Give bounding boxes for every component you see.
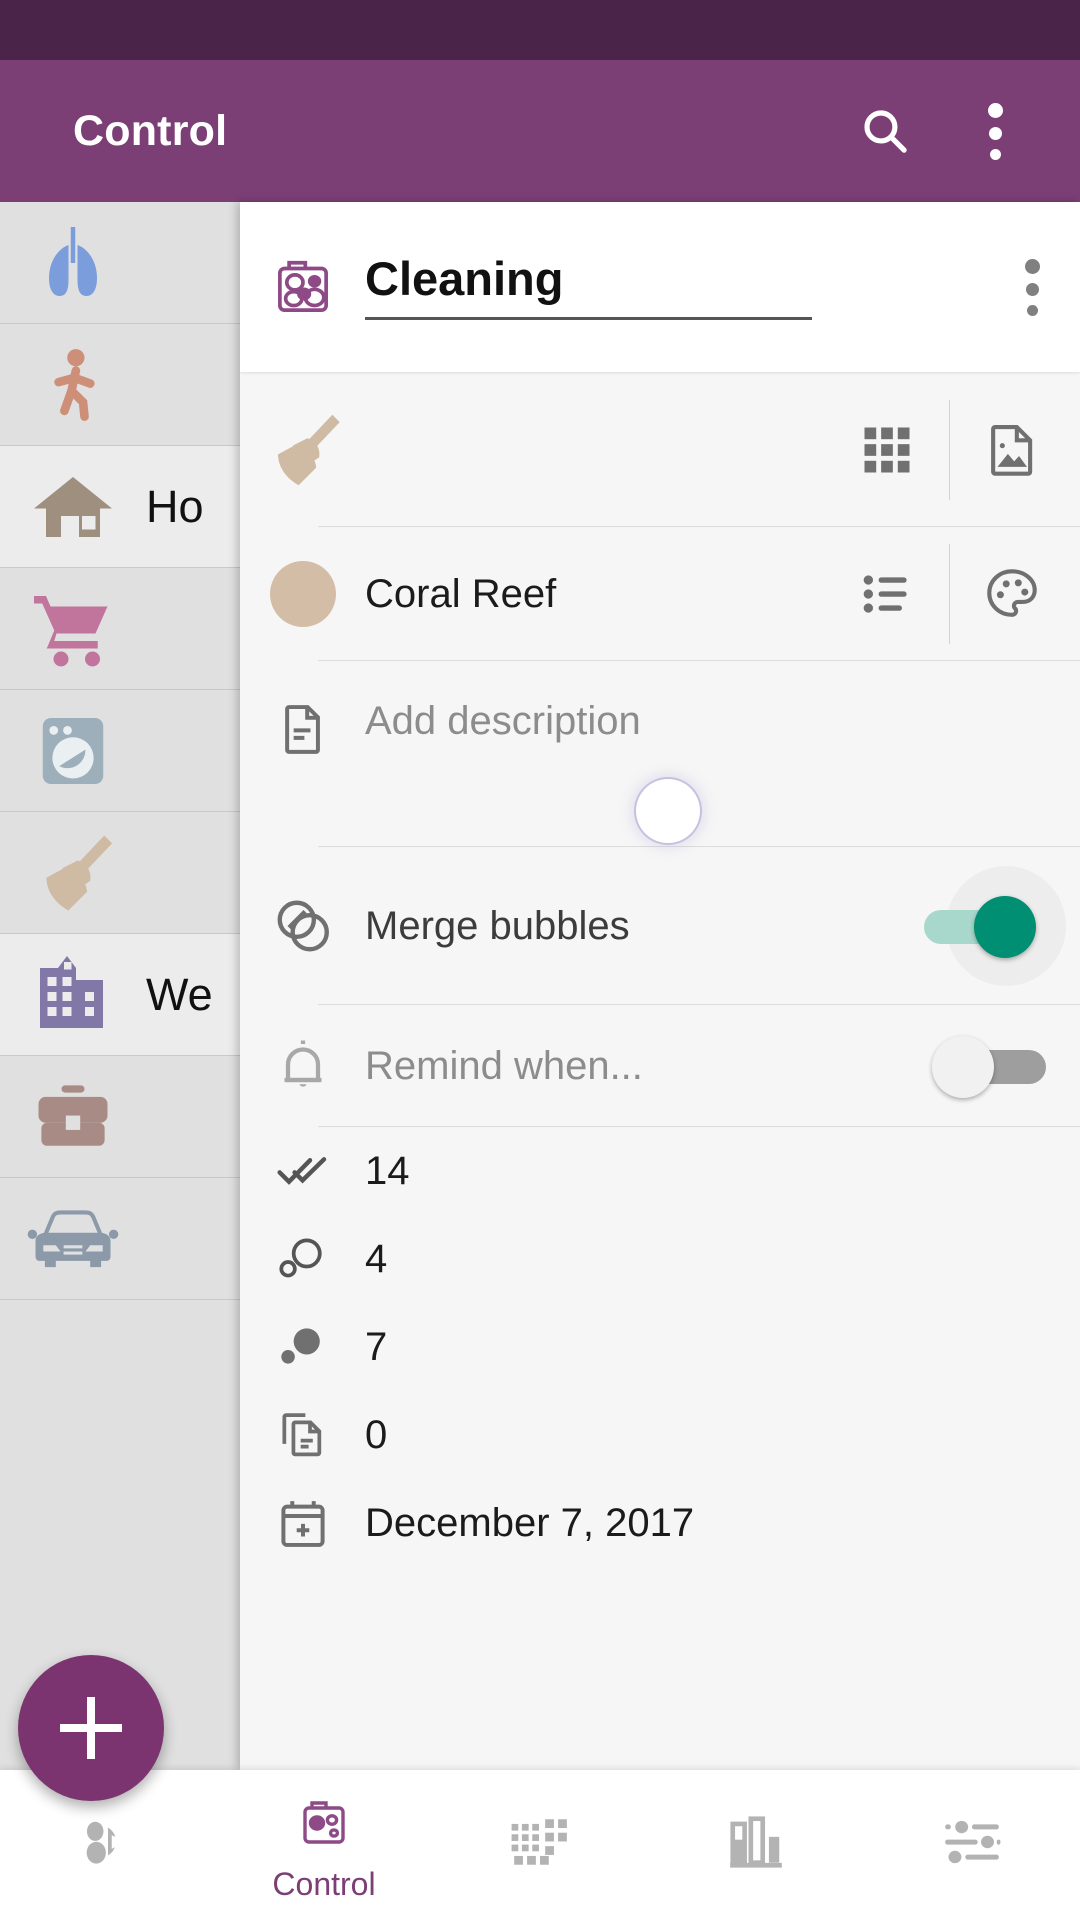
list-item[interactable] <box>0 202 245 324</box>
color-swatch[interactable] <box>240 561 365 627</box>
search-icon <box>864 110 907 153</box>
bottom-navigation: Control <box>0 1770 1080 1920</box>
dialog-header: Cleaning <box>240 202 1080 372</box>
plus-icon <box>60 1724 122 1732</box>
status-bar <box>0 0 1080 60</box>
bubbles-filled-icon <box>240 1319 365 1375</box>
color-list-button[interactable] <box>837 544 937 644</box>
bubble-title-input[interactable]: Cleaning <box>365 254 955 317</box>
palette-button[interactable] <box>962 544 1062 644</box>
stat-row: 7 <box>240 1303 1080 1391</box>
icon-picker-actions <box>837 372 1062 527</box>
list-item-label: Ho <box>146 480 204 532</box>
house-icon <box>0 446 146 568</box>
description-placeholder[interactable]: Add description <box>365 699 1080 744</box>
action-divider <box>949 544 950 644</box>
list-item[interactable] <box>0 1056 245 1178</box>
list-item[interactable] <box>0 568 245 690</box>
overflow-menu-icon <box>1025 258 1040 316</box>
car-icon <box>0 1178 146 1300</box>
title-underline <box>365 317 812 321</box>
stat-row: 0 <box>240 1391 1080 1479</box>
bubbles-play-icon <box>76 1806 140 1878</box>
bubbles-outline-icon <box>240 1231 365 1287</box>
dialog-overflow-button[interactable] <box>985 258 1080 316</box>
add-bubble-fab[interactable] <box>18 1655 164 1801</box>
nav-item-settings[interactable] <box>864 1770 1080 1920</box>
stat-value: 4 <box>365 1236 388 1281</box>
nav-item-grid[interactable] <box>432 1770 648 1920</box>
broom-icon <box>240 403 365 497</box>
list-item[interactable]: We <box>0 934 245 1056</box>
toggle-thumb <box>974 895 1036 958</box>
merge-bubbles-label: Merge bubbles <box>365 903 630 948</box>
stat-row: 14 <box>240 1127 1080 1215</box>
sliders-icon <box>941 1806 1003 1878</box>
app-title: Control <box>73 106 228 155</box>
list-item-label: We <box>146 968 213 1020</box>
document-icon <box>240 699 365 759</box>
stat-value: December 7, 2017 <box>365 1500 695 1545</box>
icon-picker-row[interactable] <box>240 372 1080 527</box>
toggle-thumb <box>932 1035 994 1098</box>
double-check-icon <box>240 1143 365 1199</box>
action-divider <box>949 399 950 500</box>
description-row[interactable]: Add description <box>240 661 1080 847</box>
lungs-icon <box>0 202 146 324</box>
stat-value: 7 <box>365 1324 388 1369</box>
office-building-icon <box>0 934 146 1056</box>
broom-icon <box>0 812 146 934</box>
list-item[interactable]: Ho <box>0 446 245 568</box>
color-name: Coral Reef <box>365 571 557 616</box>
image-picker-button[interactable] <box>962 400 1062 500</box>
remind-row[interactable]: Remind when... <box>240 1005 1080 1127</box>
bubble-detail-dialog: Cleaning Coral Reef Add description Merg… <box>240 202 1080 1770</box>
list-icon <box>863 575 907 613</box>
stat-value: 0 <box>365 1412 388 1457</box>
title-field-wrapper[interactable]: Cleaning <box>365 254 955 321</box>
app-bar: Control <box>0 60 1080 202</box>
search-button[interactable] <box>830 76 940 186</box>
app-bar-actions <box>830 76 1080 186</box>
bar-chart-icon <box>725 1806 787 1878</box>
dot-grid-icon <box>509 1806 571 1878</box>
nav-item-statistics[interactable] <box>648 1770 864 1920</box>
calendar-add-icon <box>240 1495 365 1551</box>
list-item[interactable] <box>0 812 245 934</box>
stat-row: 4 <box>240 1215 1080 1303</box>
merge-bubbles-row[interactable]: Merge bubbles <box>240 847 1080 1005</box>
washing-machine-icon <box>0 690 146 812</box>
overflow-menu-icon <box>987 102 1003 160</box>
merge-circles-icon <box>240 895 365 957</box>
overflow-menu-button[interactable] <box>940 76 1050 186</box>
briefcase-icon <box>0 1056 146 1178</box>
color-swatch-circle <box>269 561 336 627</box>
grid-icon <box>864 427 910 472</box>
color-row-actions <box>837 527 1062 661</box>
nav-item-control[interactable]: Control <box>216 1770 432 1920</box>
copy-document-icon <box>240 1407 365 1463</box>
list-item[interactable] <box>0 1178 245 1300</box>
color-row[interactable]: Coral Reef <box>240 527 1080 661</box>
control-bubbles-icon <box>240 250 365 324</box>
stat-row: December 7, 2017 <box>240 1479 1080 1567</box>
nav-label: Control <box>272 1865 376 1902</box>
list-item[interactable] <box>0 324 245 446</box>
remind-toggle[interactable] <box>922 1014 1072 1119</box>
remind-label: Remind when... <box>365 1043 643 1088</box>
merge-bubbles-toggle[interactable] <box>922 874 1072 979</box>
bell-icon <box>240 1036 365 1096</box>
grid-picker-button[interactable] <box>837 400 937 500</box>
stat-value: 14 <box>365 1148 410 1193</box>
image-file-icon <box>991 424 1033 476</box>
list-item[interactable] <box>0 690 245 812</box>
shopping-cart-icon <box>0 568 146 690</box>
palette-icon <box>987 569 1037 617</box>
walking-person-icon <box>0 324 146 446</box>
category-list[interactable]: Ho We <box>0 202 245 1770</box>
control-bubbles-icon <box>292 1788 356 1860</box>
